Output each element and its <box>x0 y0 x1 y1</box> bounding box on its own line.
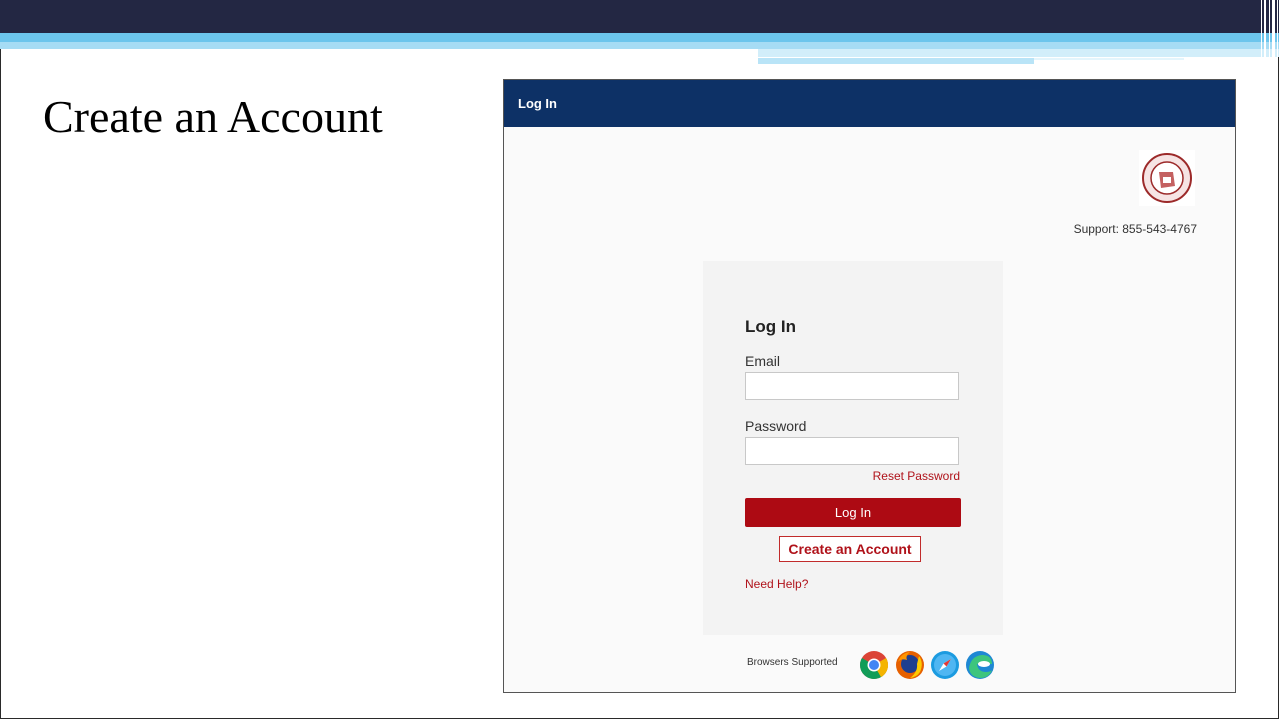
support-phone: Support: 855-543-4767 <box>1073 222 1197 236</box>
app-header: Log In <box>504 80 1235 127</box>
slide-accent-band <box>758 49 1279 57</box>
slide-accent-band <box>758 58 1034 64</box>
slide-accent-band <box>0 42 1279 49</box>
slide-corner-lines <box>1258 0 1279 64</box>
slide-accent-band <box>1034 58 1184 60</box>
edge-icon <box>966 651 994 679</box>
login-title: Log In <box>745 317 796 336</box>
app-header-title: Log In <box>518 96 557 111</box>
chrome-icon <box>860 651 888 679</box>
password-label: Password <box>745 418 807 434</box>
firefox-icon <box>896 651 924 679</box>
login-app-screenshot: Log In Support: 855-543-4767 Log In Emai… <box>503 79 1236 693</box>
slide-title: Create an Account <box>43 91 383 142</box>
login-button[interactable]: Log In <box>745 498 961 527</box>
login-panel: Log In Email Password Reset Password Log… <box>703 261 1003 635</box>
need-help-link[interactable]: Need Help? <box>745 577 808 591</box>
browsers-supported: Browsers Supported <box>504 650 1235 680</box>
slide-top-bar <box>0 0 1279 33</box>
password-field[interactable] <box>745 437 959 465</box>
email-label: Email <box>745 353 781 369</box>
slide-accent-band <box>0 33 1279 42</box>
safari-icon <box>931 651 959 679</box>
reset-password-link[interactable]: Reset Password <box>873 469 960 483</box>
create-account-button[interactable]: Create an Account <box>779 536 921 562</box>
browsers-label: Browsers Supported <box>747 657 838 668</box>
email-field[interactable] <box>745 372 959 400</box>
board-seal-logo <box>1139 150 1195 206</box>
